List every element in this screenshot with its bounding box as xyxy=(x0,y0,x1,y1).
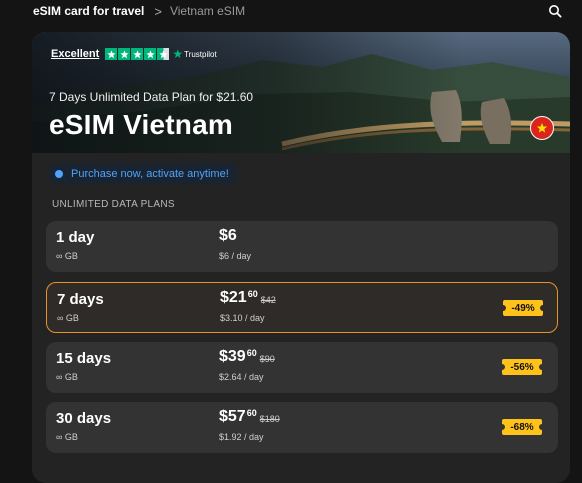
plan-data-amount: ∞ GB xyxy=(56,432,78,442)
breadcrumb-home-link[interactable]: eSIM card for travel xyxy=(33,4,144,18)
price-per-day: $2.64 / day xyxy=(219,372,264,382)
rating-stars xyxy=(105,48,170,60)
plan-option-1-day[interactable]: 1 day ∞ GB $6 $6 / day xyxy=(46,221,558,272)
price-original: $180 xyxy=(259,414,280,424)
price-original: $90 xyxy=(259,354,275,364)
trustpilot-brand: Trustpilot xyxy=(184,49,217,59)
hero-subtitle: 7 Days Unlimited Data Plan for $21.60 xyxy=(49,90,254,104)
plans-heading: UNLIMITED DATA PLANS xyxy=(52,199,175,210)
price-main: $6 xyxy=(219,227,237,244)
hero-banner: Excellent ★ Trustpilot 7 Days Unlimited … xyxy=(32,32,570,156)
price-cents: 60 xyxy=(246,348,257,358)
notice-text: Purchase now, activate anytime! xyxy=(71,167,229,180)
plan-option-30-days[interactable]: 30 days ∞ GB $57 60 $180 $1.92 / day -68… xyxy=(46,402,558,453)
plan-data-amount: ∞ GB xyxy=(57,313,79,323)
vietnam-flag-icon xyxy=(530,116,554,140)
info-icon xyxy=(55,169,63,178)
plan-option-7-days[interactable]: 7 days ∞ GB $21 60 $42 $3.10 / day -49% xyxy=(46,282,558,333)
star-icon xyxy=(131,48,144,60)
price-original: $42 xyxy=(260,295,276,305)
plan-data-amount: ∞ GB xyxy=(56,251,78,261)
half-star-icon xyxy=(157,48,170,60)
price-main: $57 xyxy=(219,408,246,425)
plans-card: Purchase now, activate anytime! UNLIMITE… xyxy=(32,153,570,483)
breadcrumb-separator: > xyxy=(154,3,162,19)
plan-option-15-days[interactable]: 15 days ∞ GB $39 60 $90 $2.64 / day -56% xyxy=(46,342,558,393)
trustpilot-rating[interactable]: Excellent ★ Trustpilot xyxy=(51,47,217,61)
discount-badge: -49% xyxy=(500,300,546,316)
price-cents: 60 xyxy=(247,289,258,299)
plan-duration: 30 days xyxy=(56,410,112,427)
price-main: $39 xyxy=(219,348,246,365)
page-title: eSIM Vietnam xyxy=(49,109,233,140)
plan-price: $6 xyxy=(219,227,237,245)
breadcrumb: eSIM card for travel > Vietnam eSIM xyxy=(0,0,582,22)
trustpilot-logo-icon: ★ xyxy=(172,47,184,61)
plan-price: $21 60 $42 xyxy=(220,289,276,307)
price-per-day: $1.92 / day xyxy=(219,432,264,442)
plan-data-amount: ∞ GB xyxy=(56,372,78,382)
star-icon xyxy=(144,48,157,60)
discount-badge: -56% xyxy=(499,359,545,375)
plan-duration: 15 days xyxy=(56,350,112,367)
activation-notice: Purchase now, activate anytime! xyxy=(49,163,237,184)
plan-duration: 1 day xyxy=(56,229,95,246)
breadcrumb-current: Vietnam eSIM xyxy=(169,4,246,18)
price-per-day: $3.10 / day xyxy=(220,313,265,323)
search-icon[interactable] xyxy=(548,4,562,18)
star-icon xyxy=(105,48,118,60)
trustpilot-label: Excellent xyxy=(51,48,100,60)
discount-badge: -68% xyxy=(499,419,545,435)
star-icon xyxy=(118,48,131,60)
plan-duration: 7 days xyxy=(57,291,104,308)
plan-price: $39 60 $90 xyxy=(219,348,275,366)
price-per-day: $6 / day xyxy=(219,251,252,261)
price-main: $21 xyxy=(220,289,247,306)
plan-price: $57 60 $180 xyxy=(219,408,280,426)
price-cents: 60 xyxy=(246,408,257,418)
